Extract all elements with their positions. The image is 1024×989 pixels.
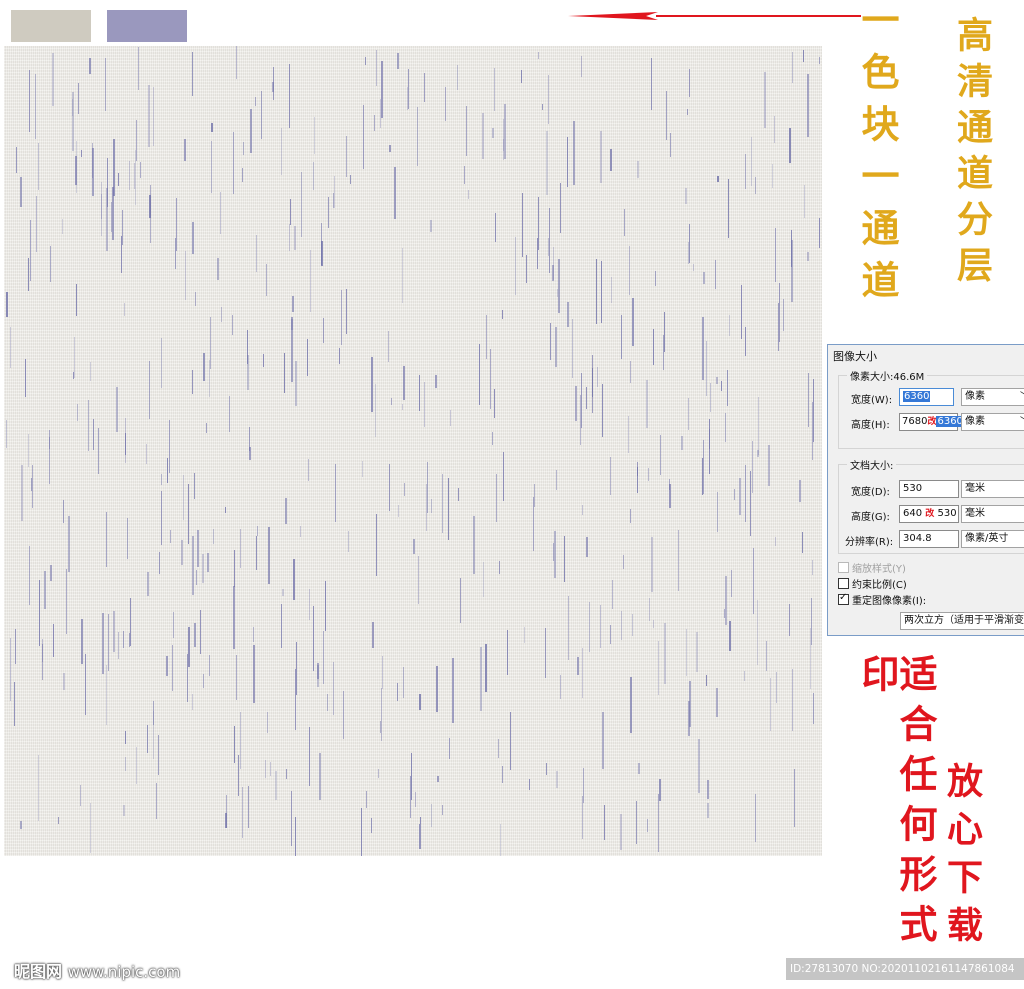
pixel-dimensions-label: 像素大小:46.6M: [847, 368, 928, 383]
pixel-width-label: 宽度(W):: [851, 395, 893, 406]
doc-width-unit-select[interactable]: 毫米: [961, 480, 1024, 498]
resolution-input[interactable]: 304.8: [899, 530, 959, 548]
resample-image-checkbox[interactable]: 重定图像像素(I):: [838, 592, 926, 607]
caption-any-print: 适合任何形式印: [855, 654, 938, 954]
watermark-brand: 昵图网: [14, 962, 63, 981]
resolution-label: 分辨率(R):: [845, 537, 894, 548]
caption-safe-download: 放心下载: [941, 762, 983, 954]
scale-styles-checkbox[interactable]: 缩放样式(Y): [838, 560, 906, 575]
texture-streaks: [6, 46, 820, 856]
doc-height-unit-select[interactable]: 毫米: [961, 505, 1024, 523]
watermark-domain: www.nipic.com: [67, 963, 181, 981]
checkbox-icon: [838, 578, 849, 589]
doc-width-label: 宽度(D):: [851, 487, 890, 498]
pixel-height-unit-select[interactable]: 像素﹀: [961, 413, 1024, 431]
chevron-down-icon: ﹀: [1020, 389, 1024, 405]
checkbox-icon: [838, 592, 849, 605]
edit-mark: 改: [925, 509, 935, 519]
checkbox-icon: [838, 562, 849, 573]
caption-hd-channel: 高清通道分层: [951, 16, 993, 292]
image-size-dialog: 图像大小 像素大小:46.6M 宽度(W): 6360 像素﹀ 高度(H): 7…: [827, 344, 1024, 636]
color-swatch-violet: [107, 10, 187, 42]
texture-preview: [4, 46, 822, 856]
pixel-dimensions-group: 像素大小:46.6M 宽度(W): 6360 像素﹀ 高度(H): 7680改6…: [838, 368, 1024, 449]
watermark-id: ID:27813070 NO:20201102161147861084: [786, 958, 1024, 980]
dialog-title: 图像大小: [833, 350, 877, 363]
pixel-height-input[interactable]: 7680改6360: [899, 413, 964, 431]
doc-height-label: 高度(G):: [851, 512, 890, 523]
color-swatch-beige: [11, 10, 91, 42]
pixel-width-unit-select[interactable]: 像素﹀: [961, 388, 1024, 406]
chevron-down-icon: ﹀: [1020, 414, 1024, 430]
caption-color-channel: 一色块一通道: [855, 0, 900, 312]
document-size-label: 文档大小:: [847, 457, 897, 472]
pixel-width-input[interactable]: 6360: [899, 388, 954, 406]
nipic-watermark: 昵图网 www.nipic.com: [14, 958, 180, 982]
resample-method-select[interactable]: 两次立方（适用于平滑渐变: [900, 612, 1024, 630]
pixel-height-label: 高度(H):: [851, 420, 890, 431]
document-size-group: 文档大小: 宽度(D): 530 毫米 高度(G): 640 改 530 毫米 …: [838, 457, 1024, 554]
doc-width-input[interactable]: 530: [899, 480, 959, 498]
left-arrow-icon: [568, 12, 861, 20]
constrain-proportions-checkbox[interactable]: 约束比例(C): [838, 576, 907, 591]
resolution-unit-select[interactable]: 像素/英寸: [961, 530, 1024, 548]
doc-height-input[interactable]: 640 改 530: [899, 505, 959, 523]
